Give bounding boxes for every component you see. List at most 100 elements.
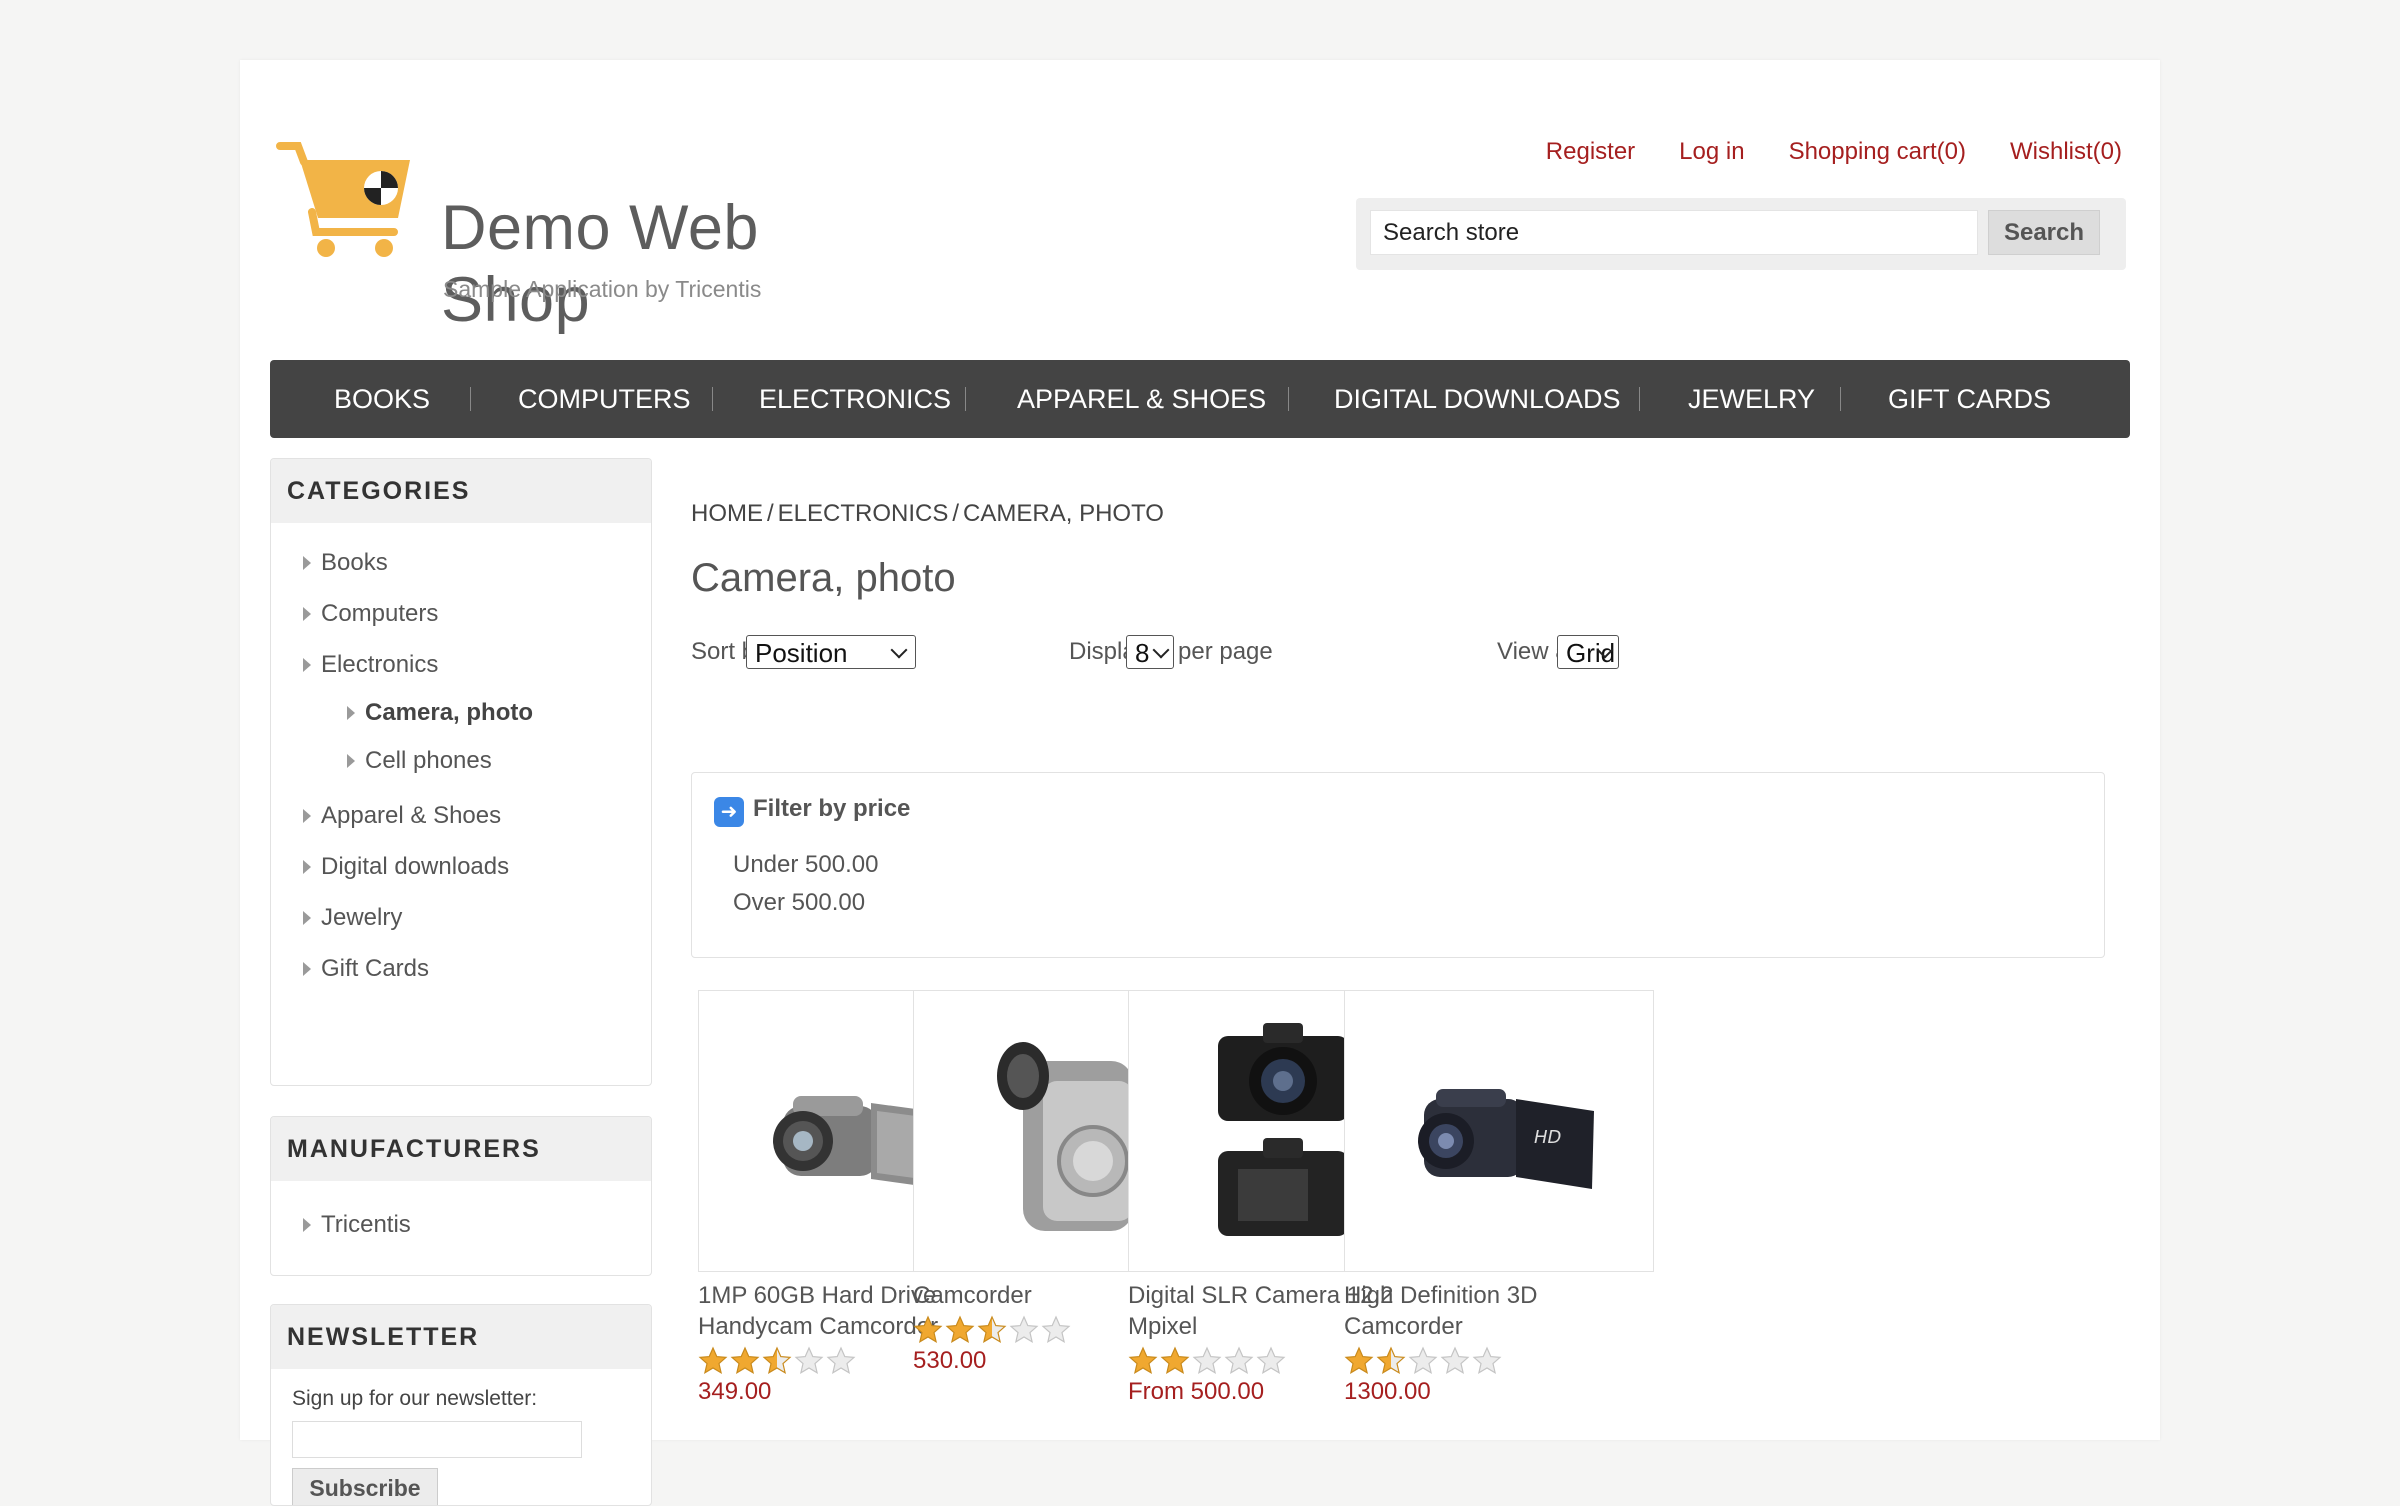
product-title-link[interactable]: High Definition 3D Camcorder [1344, 1280, 1654, 1342]
logo-subtitle: Sample Application by Tricentis [443, 276, 762, 302]
category-item-digital-downloads[interactable]: Digital downloads [271, 841, 651, 892]
search-input[interactable] [1370, 210, 1978, 255]
category-item-electronics[interactable]: Electronics [271, 639, 651, 690]
category-item-cell-phones[interactable]: Cell phones [271, 735, 651, 786]
arrow-right-icon [303, 809, 311, 823]
newsletter-label: Sign up for our newsletter: [292, 1387, 538, 1410]
newsletter-title: Newsletter [271, 1305, 651, 1369]
rating-stars [1344, 1346, 1654, 1378]
arrow-right-icon [303, 911, 311, 925]
per-page-label: per page [1178, 638, 1273, 665]
arrow-right-icon [347, 706, 355, 720]
category-label: Apparel & Shoes [321, 802, 502, 829]
shopping-cart-link[interactable]: Shopping cart(0) [1789, 138, 1966, 166]
star-icon [1041, 1315, 1071, 1344]
manufacturer-label: Tricentis [321, 1211, 411, 1238]
sort-select-value: Position [755, 638, 848, 668]
price-filter: ➜ Filter by price Under 500.00 Over 500.… [691, 772, 2105, 958]
breadcrumb-separator: / [767, 500, 774, 527]
breadcrumb-separator: / [952, 500, 960, 527]
wishlist-link[interactable]: Wishlist(0) [2010, 138, 2122, 166]
search-box: Search [1356, 198, 2126, 270]
category-item-jewelry[interactable]: Jewelry [271, 892, 651, 943]
star-icon [945, 1315, 975, 1344]
category-item-books[interactable]: Books [271, 537, 651, 588]
star-icon [1440, 1346, 1470, 1375]
page-size-value: 8 [1135, 638, 1150, 668]
newsletter-block: Newsletter Sign up for our newsletter: S… [270, 1304, 652, 1506]
star-icon [1224, 1346, 1254, 1375]
menu-separator [1639, 387, 1640, 411]
star-icon [1256, 1346, 1286, 1375]
star-icon [698, 1346, 728, 1375]
menu-item-computers[interactable]: Computers [518, 360, 691, 438]
star-icon [1192, 1346, 1222, 1375]
star-icon [1376, 1346, 1406, 1375]
view-mode-select[interactable]: Grid [1557, 635, 1619, 669]
breadcrumb-home-link[interactable]: Home [691, 500, 763, 527]
menu-item-books[interactable]: Books [334, 360, 430, 438]
sort-select[interactable]: Position [746, 635, 916, 669]
menu-separator [1840, 387, 1841, 411]
menu-item-electronics[interactable]: Electronics [759, 360, 951, 438]
category-item-computers[interactable]: Computers [271, 588, 651, 639]
logo[interactable]: Demo Web Shop Sample Application by Tric… [276, 130, 896, 335]
menu-item-digital-downloads[interactable]: Digital downloads [1334, 360, 1621, 438]
search-button[interactable]: Search [1988, 210, 2100, 255]
category-item-gift-cards[interactable]: Gift Cards [271, 943, 651, 994]
category-label: Camera, photo [365, 699, 534, 726]
logo-title: Demo Web Shop [441, 193, 759, 335]
filter-option-over-500[interactable]: Over 500.00 [733, 889, 865, 917]
category-label: Digital downloads [321, 853, 510, 880]
star-icon [977, 1315, 1007, 1344]
manufacturers-title: Manufacturers [271, 1117, 651, 1181]
cart-logo-icon [276, 142, 410, 257]
arrow-right-icon [303, 962, 311, 976]
menu-item-apparel-shoes[interactable]: Apparel & Shoes [1017, 360, 1266, 438]
category-item-camera-photo[interactable]: Camera, photo [271, 690, 651, 735]
arrow-right-icon [303, 1218, 311, 1232]
dslr-image [1218, 1023, 1348, 1236]
login-link[interactable]: Log in [1679, 138, 1744, 166]
header-links: Register Log in Shopping cart(0) Wishlis… [1546, 138, 2122, 166]
breadcrumb: Home / Electronics / Camera, photo [691, 500, 1164, 528]
page-size-select[interactable]: 8 [1126, 635, 1174, 669]
category-label: Computers [321, 600, 439, 627]
product-image-frame[interactable]: HD [1344, 990, 1654, 1272]
star-icon [762, 1346, 792, 1375]
arrow-right-icon [303, 860, 311, 874]
categories-title: Categories [271, 459, 651, 523]
chevron-down-icon [890, 641, 908, 659]
star-icon [826, 1346, 856, 1375]
menu-separator [965, 387, 966, 411]
menu-separator [470, 387, 471, 411]
menu-item-jewelry[interactable]: Jewelry [1688, 360, 1815, 438]
product-price: 349.00 [698, 1378, 772, 1405]
menu-separator [712, 387, 713, 411]
menu-item-gift-cards[interactable]: Gift Cards [1888, 360, 2051, 438]
category-label: Jewelry [321, 904, 403, 931]
menu-separator [1288, 387, 1289, 411]
breadcrumb-electronics-link[interactable]: Electronics [778, 500, 949, 527]
manufacturers-block: Manufacturers Tricentis [270, 1116, 652, 1276]
product-card: HD High Definition 3D Camcorder 1300.00 [1344, 990, 1654, 1406]
category-item-apparel-shoes[interactable]: Apparel & Shoes [271, 790, 651, 841]
subscribe-button[interactable]: Subscribe [292, 1468, 438, 1505]
newsletter-email-field[interactable] [292, 1421, 582, 1458]
star-icon [1160, 1346, 1190, 1375]
manufacturer-list: Tricentis [271, 1181, 651, 1268]
filter-title: Filter by price [753, 795, 911, 822]
page-container: Demo Web Shop Sample Application by Tric… [240, 60, 2160, 1506]
star-icon [730, 1346, 760, 1375]
manufacturer-item-tricentis[interactable]: Tricentis [271, 1199, 651, 1250]
star-icon [1344, 1346, 1374, 1375]
filter-option-under-500[interactable]: Under 500.00 [733, 851, 878, 879]
arrow-right-icon: ➜ [714, 797, 744, 827]
chevron-down-icon [1152, 641, 1170, 659]
star-icon [794, 1346, 824, 1375]
star-icon [1128, 1346, 1158, 1375]
register-link[interactable]: Register [1546, 138, 1635, 166]
arrow-right-icon [303, 658, 311, 672]
page-title: Camera, photo [691, 556, 956, 600]
category-label: Gift Cards [321, 955, 430, 982]
